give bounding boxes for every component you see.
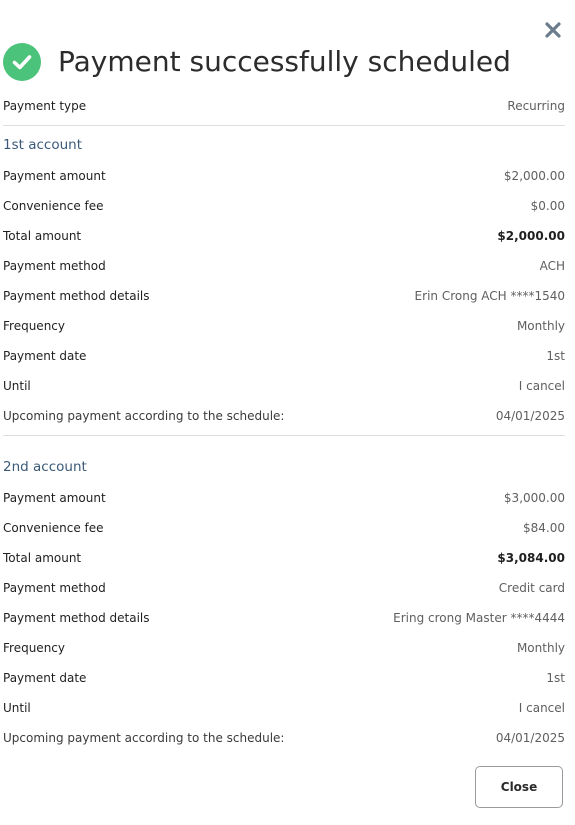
account-1-upcoming-row: Upcoming payment according to the schedu… xyxy=(3,406,565,426)
payment-type-label: Payment type xyxy=(3,99,87,113)
account-2-payment-amount-row: Payment amount $3,000.00 xyxy=(3,488,565,508)
payment-method-value: Credit card xyxy=(498,581,565,595)
total-amount-value: $3,084.00 xyxy=(497,551,565,565)
payment-amount-value: $2,000.00 xyxy=(503,169,565,183)
until-label: Until xyxy=(3,379,31,393)
account-1-convenience-fee-row: Convenience fee $0.00 xyxy=(3,196,565,216)
account-2-convenience-fee-row: Convenience fee $84.00 xyxy=(3,518,565,538)
account-1-payment-date-row: Payment date 1st xyxy=(3,346,565,366)
convenience-fee-label: Convenience fee xyxy=(3,199,104,213)
close-button[interactable]: Close xyxy=(475,766,563,808)
account-2-payment-date-row: Payment date 1st xyxy=(3,668,565,688)
frequency-value: Monthly xyxy=(516,319,565,333)
account-2-payment-method-details-row: Payment method details Ering crong Maste… xyxy=(3,608,565,628)
payment-method-value: ACH xyxy=(539,259,565,273)
upcoming-payment-value: 04/01/2025 xyxy=(495,731,565,745)
payment-type-value: Recurring xyxy=(507,99,565,113)
account-1-payment-method-details-row: Payment method details Erin Crong ACH **… xyxy=(3,286,565,306)
payment-method-details-label: Payment method details xyxy=(3,289,150,303)
account-2-until-row: Until I cancel xyxy=(3,698,565,718)
account-2-upcoming-row: Upcoming payment according to the schedu… xyxy=(3,728,565,748)
frequency-value: Monthly xyxy=(516,641,565,655)
convenience-fee-label: Convenience fee xyxy=(3,521,104,535)
account-1-title: 1st account xyxy=(3,137,82,153)
total-amount-label: Total amount xyxy=(3,551,82,565)
payment-method-label: Payment method xyxy=(3,581,106,595)
payment-date-value: 1st xyxy=(546,349,565,363)
payment-type-row: Payment type Recurring xyxy=(3,96,565,116)
account-1-until-row: Until I cancel xyxy=(3,376,565,396)
account-2-total-amount-row: Total amount $3,084.00 xyxy=(3,548,565,568)
payment-method-label: Payment method xyxy=(3,259,106,273)
payment-date-value: 1st xyxy=(546,671,565,685)
dialog-header: Payment successfully scheduled xyxy=(3,40,511,82)
account-1-total-amount-row: Total amount $2,000.00 xyxy=(3,226,565,246)
dialog-title: Payment successfully scheduled xyxy=(58,44,511,78)
upcoming-payment-label: Upcoming payment according to the schedu… xyxy=(3,409,285,423)
account-1-frequency-row: Frequency Monthly xyxy=(3,316,565,336)
until-value: I cancel xyxy=(518,701,565,715)
payment-method-details-label: Payment method details xyxy=(3,611,150,625)
account-2-payment-method-row: Payment method Credit card xyxy=(3,578,565,598)
payment-amount-value: $3,000.00 xyxy=(503,491,565,505)
divider xyxy=(3,435,565,436)
total-amount-value: $2,000.00 xyxy=(497,229,565,243)
frequency-label: Frequency xyxy=(3,641,65,655)
payment-date-label: Payment date xyxy=(3,349,87,363)
account-1-payment-method-row: Payment method ACH xyxy=(3,256,565,276)
convenience-fee-value: $0.00 xyxy=(530,199,565,213)
upcoming-payment-label: Upcoming payment according to the schedu… xyxy=(3,731,285,745)
check-circle-icon xyxy=(3,43,41,81)
payment-date-label: Payment date xyxy=(3,671,87,685)
account-2-title: 2nd account xyxy=(3,459,87,475)
frequency-label: Frequency xyxy=(3,319,65,333)
payment-method-details-value: Erin Crong ACH ****1540 xyxy=(414,289,565,303)
until-label: Until xyxy=(3,701,31,715)
divider xyxy=(3,125,565,126)
payment-amount-label: Payment amount xyxy=(3,491,106,505)
total-amount-label: Total amount xyxy=(3,229,82,243)
until-value: I cancel xyxy=(518,379,565,393)
payment-method-details-value: Ering crong Master ****4444 xyxy=(393,611,565,625)
convenience-fee-value: $84.00 xyxy=(523,521,565,535)
upcoming-payment-value: 04/01/2025 xyxy=(495,409,565,423)
account-2-frequency-row: Frequency Monthly xyxy=(3,638,565,658)
payment-amount-label: Payment amount xyxy=(3,169,106,183)
account-1-payment-amount-row: Payment amount $2,000.00 xyxy=(3,166,565,186)
close-icon[interactable] xyxy=(544,21,562,39)
